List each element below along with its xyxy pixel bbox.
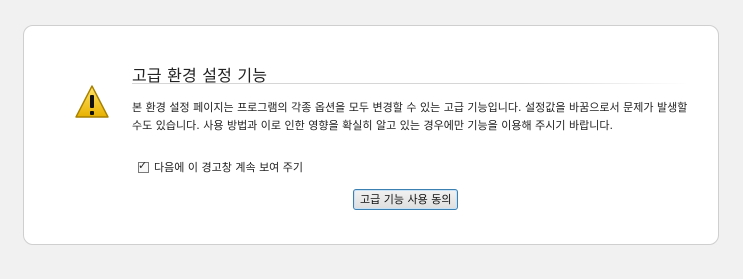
- show-warning-checkbox-label[interactable]: 다음에 이 경고창 계속 보여 주기: [154, 159, 303, 175]
- show-warning-checkbox-row[interactable]: ✓ 다음에 이 경고창 계속 보여 주기: [138, 159, 303, 175]
- warning-triangle-icon: [75, 85, 109, 118]
- show-warning-checkbox[interactable]: ✓: [138, 158, 149, 173]
- title-divider: [132, 83, 689, 84]
- warning-message: 본 환경 설정 페이지는 프로그램의 각종 옵션을 모두 변경할 수 있는 고급…: [132, 101, 688, 132]
- checkmark-icon: ✓: [138, 158, 148, 172]
- accept-advanced-features-button[interactable]: 고급 기능 사용 동의: [353, 189, 459, 210]
- warning-panel: 고급 환경 설정 기능 본 환경 설정 페이지는 프로그램의 각종 옵션을 모두…: [23, 25, 719, 245]
